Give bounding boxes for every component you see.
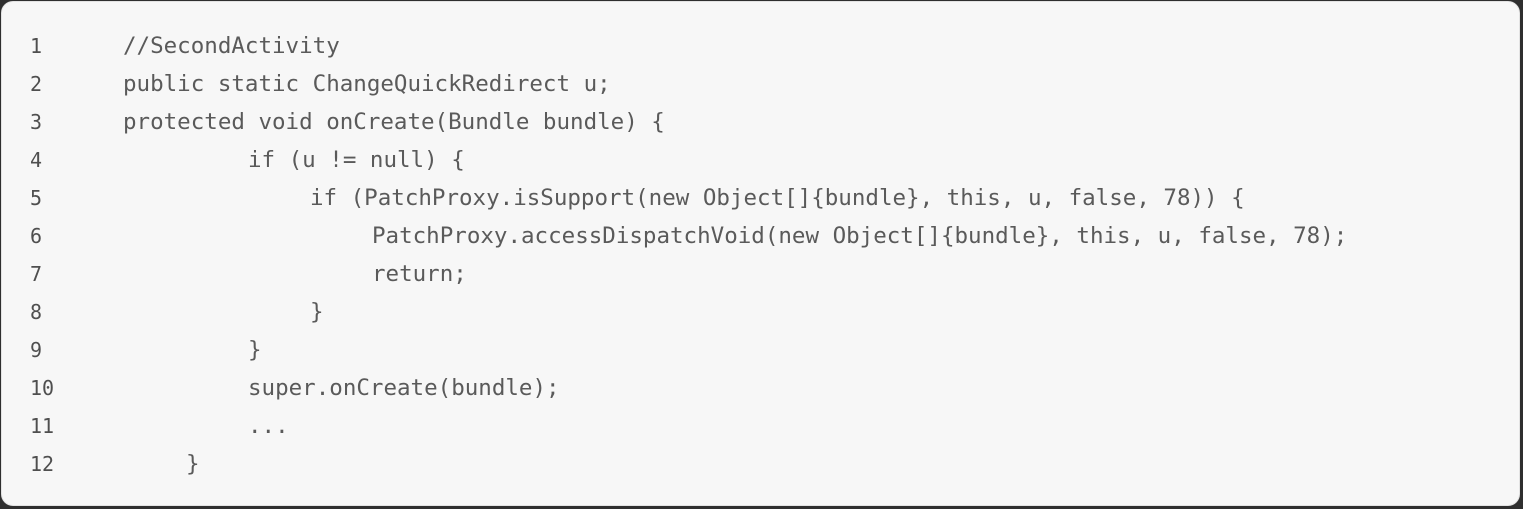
line-number: 5	[30, 186, 43, 210]
code-line: 8 }	[2, 293, 1519, 331]
line-number: 10	[30, 376, 55, 400]
code-block: 1 //SecondActivity 2 public static Chang…	[1, 1, 1520, 506]
line-code: }	[186, 451, 200, 477]
line-number: 11	[30, 414, 55, 438]
code-line: 5 if (PatchProxy.isSupport(new Object[]{…	[2, 179, 1519, 217]
code-line: 9 }	[2, 331, 1519, 369]
code-line: 12 }	[2, 445, 1519, 483]
line-number: 3	[30, 110, 43, 134]
line-number: 6	[30, 224, 43, 248]
line-code: if (PatchProxy.isSupport(new Object[]{bu…	[310, 185, 1245, 211]
code-line: 1 //SecondActivity	[2, 27, 1519, 65]
line-code: if (u != null) {	[248, 147, 465, 173]
line-number: 4	[30, 148, 43, 172]
line-number: 2	[30, 72, 43, 96]
line-code: //SecondActivity	[123, 33, 340, 59]
line-code: PatchProxy.accessDispatchVoid(new Object…	[372, 223, 1348, 249]
line-code: protected void onCreate(Bundle bundle) {	[123, 109, 665, 135]
code-line: 3 protected void onCreate(Bundle bundle)…	[2, 103, 1519, 141]
line-code: }	[248, 337, 262, 363]
line-number: 1	[30, 34, 43, 58]
line-code: super.onCreate(bundle);	[248, 375, 560, 401]
code-line: 2 public static ChangeQuickRedirect u;	[2, 65, 1519, 103]
line-number: 8	[30, 300, 43, 324]
code-line: 11 ...	[2, 407, 1519, 445]
line-number: 7	[30, 262, 43, 286]
code-line: 10 super.onCreate(bundle);	[2, 369, 1519, 407]
code-line: 7 return;	[2, 255, 1519, 293]
code-line: 4 if (u != null) {	[2, 141, 1519, 179]
line-number: 12	[30, 452, 55, 476]
line-code: public static ChangeQuickRedirect u;	[123, 71, 611, 97]
code-line: 6 PatchProxy.accessDispatchVoid(new Obje…	[2, 217, 1519, 255]
line-code: }	[310, 299, 324, 325]
line-code: return;	[372, 261, 467, 287]
line-code: ...	[248, 413, 289, 439]
line-number: 9	[30, 338, 43, 362]
